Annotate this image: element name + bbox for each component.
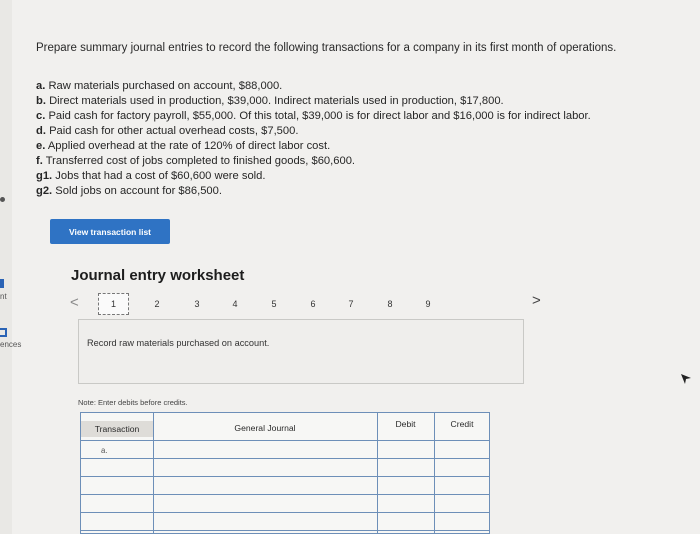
transaction-cell[interactable]: a. — [101, 446, 108, 455]
edge-label-nt: nt — [0, 292, 7, 301]
tx-text: Applied overhead at the rate of 120% of … — [47, 140, 331, 152]
list-item: b. Direct materials used in production, … — [36, 94, 591, 109]
list-item: a. Raw materials purchased on account, $… — [36, 79, 591, 94]
list-item: e. Applied overhead at the rate of 120% … — [36, 139, 591, 154]
edge-bracket-icon — [0, 328, 7, 337]
tx-key: g1. — [36, 170, 53, 182]
tx-key: g2. — [36, 185, 53, 197]
page-tab-4[interactable]: 4 — [228, 299, 242, 309]
row-divider — [81, 494, 489, 495]
row-divider — [81, 476, 489, 477]
tx-key: c. — [36, 110, 46, 122]
row-divider — [81, 512, 489, 513]
list-item: g2. Sold jobs on account for $86,500. — [36, 184, 591, 199]
left-edge-panel: nt ences — [0, 0, 21, 534]
edge-dot — [0, 197, 5, 202]
tx-text: Jobs that had a cost of $60,600 were sol… — [55, 170, 266, 182]
page-tab-7[interactable]: 7 — [344, 299, 358, 309]
view-transaction-list-button[interactable]: View transaction list — [50, 219, 170, 244]
column-header-general-journal: General Journal — [234, 423, 296, 433]
tx-text: Sold jobs on account for $86,500. — [55, 185, 222, 197]
record-instruction-box: Record raw materials purchased on accoun… — [78, 319, 524, 384]
tx-key: f. — [36, 155, 43, 167]
edge-nav-marker — [0, 279, 4, 288]
tx-text: Paid cash for other actual overhead cost… — [49, 125, 299, 137]
list-item: c. Paid cash for factory payroll, $55,00… — [36, 109, 591, 124]
page-tab-6[interactable]: 6 — [306, 299, 320, 309]
tx-key: d. — [36, 125, 46, 137]
tx-text: Transferred cost of jobs completed to fi… — [45, 155, 356, 167]
row-divider — [81, 458, 489, 459]
tx-key: e. — [36, 140, 46, 152]
credit-input[interactable] — [435, 441, 489, 458]
tx-text: Direct materials used in production, $39… — [49, 95, 504, 107]
page-tab-2[interactable]: 2 — [150, 299, 164, 309]
tx-text: Raw materials purchased on account, $88,… — [48, 80, 283, 92]
column-divider — [434, 413, 435, 534]
general-journal-input[interactable] — [154, 441, 376, 458]
problem-intro: Prepare summary journal entries to recor… — [36, 42, 617, 54]
page-tab-1[interactable]: 1 — [98, 293, 129, 315]
column-header-transaction: Transaction — [81, 421, 153, 437]
debit-credit-note: Note: Enter debits before credits. — [78, 398, 188, 407]
tx-key: a. — [36, 80, 46, 92]
page-tab-5[interactable]: 5 — [267, 299, 281, 309]
column-header-credit: Credit — [450, 419, 474, 429]
worksheet-pager: < 1 2 3 4 5 6 7 8 9 > — [70, 292, 541, 318]
column-header-debit: Debit — [395, 419, 416, 429]
transaction-list: a. Raw materials purchased on account, $… — [36, 79, 591, 199]
main-content: Prepare summary journal entries to recor… — [20, 0, 700, 534]
mouse-cursor-icon — [681, 374, 691, 384]
journal-table: Transaction General Journal Debit Credit… — [80, 412, 490, 534]
tx-text: Paid cash for factory payroll, $55,000. … — [48, 110, 591, 122]
page-tab-3[interactable]: 3 — [190, 299, 204, 309]
page-tab-9[interactable]: 9 — [421, 299, 435, 309]
list-item: d. Paid cash for other actual overhead c… — [36, 124, 591, 139]
edge-label-ences: ences — [0, 340, 22, 349]
prev-page-icon[interactable]: < — [70, 294, 79, 311]
next-page-icon[interactable]: > — [532, 292, 541, 309]
list-item: g1. Jobs that had a cost of $60,600 were… — [36, 169, 591, 184]
worksheet-title: Journal entry worksheet — [71, 267, 245, 284]
tx-key: b. — [36, 95, 46, 107]
debit-input[interactable] — [378, 441, 433, 458]
column-divider — [377, 413, 378, 534]
list-item: f. Transferred cost of jobs completed to… — [36, 154, 591, 169]
record-instruction: Record raw materials purchased on accoun… — [87, 338, 270, 348]
column-divider — [153, 413, 154, 534]
row-divider — [81, 530, 489, 531]
page-tab-8[interactable]: 8 — [383, 299, 397, 309]
